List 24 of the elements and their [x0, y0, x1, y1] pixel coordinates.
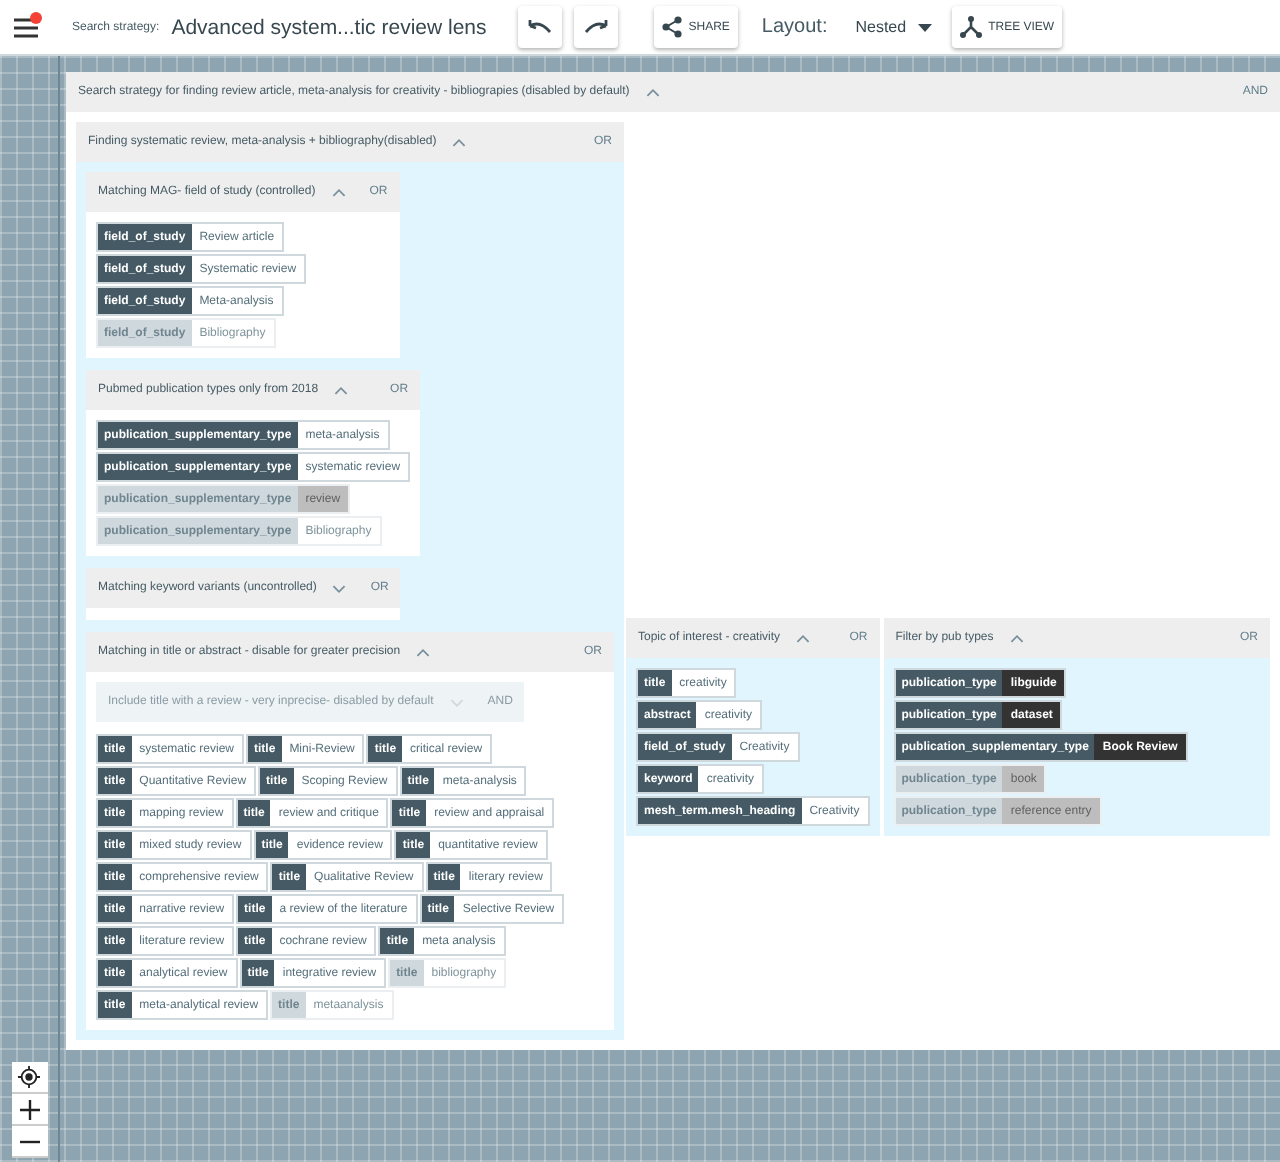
dropdown-caret-icon: [918, 23, 933, 31]
chevron-up-icon[interactable]: [452, 135, 467, 149]
minus-icon: [19, 1139, 39, 1143]
strategy-title: Advanced system...tic review lens: [171, 15, 487, 39]
chevron-down-icon[interactable]: [332, 581, 347, 595]
redo-button[interactable]: [574, 6, 619, 48]
chevron-up-icon[interactable]: [796, 631, 811, 645]
zoom-out-button[interactable]: [11, 1126, 47, 1158]
chevron-up-icon[interactable]: [334, 383, 349, 397]
chevron-up-icon[interactable]: [416, 645, 431, 659]
layout-label: Layout:: [761, 16, 828, 38]
share-icon: [662, 16, 683, 38]
recenter-button[interactable]: [11, 1062, 47, 1094]
tree-icon: [960, 16, 983, 38]
undo-button[interactable]: [518, 6, 563, 48]
chevron-up-icon[interactable]: [331, 185, 346, 199]
plus-icon: [19, 1099, 39, 1119]
menu-icon[interactable]: [12, 13, 40, 41]
target-icon: [18, 1066, 40, 1088]
redo-icon: [584, 19, 609, 35]
zoom-in-button[interactable]: [11, 1094, 47, 1126]
chevron-up-icon[interactable]: [645, 85, 660, 99]
chevron-up-icon[interactable]: [1009, 631, 1024, 645]
undo-icon: [528, 19, 553, 35]
